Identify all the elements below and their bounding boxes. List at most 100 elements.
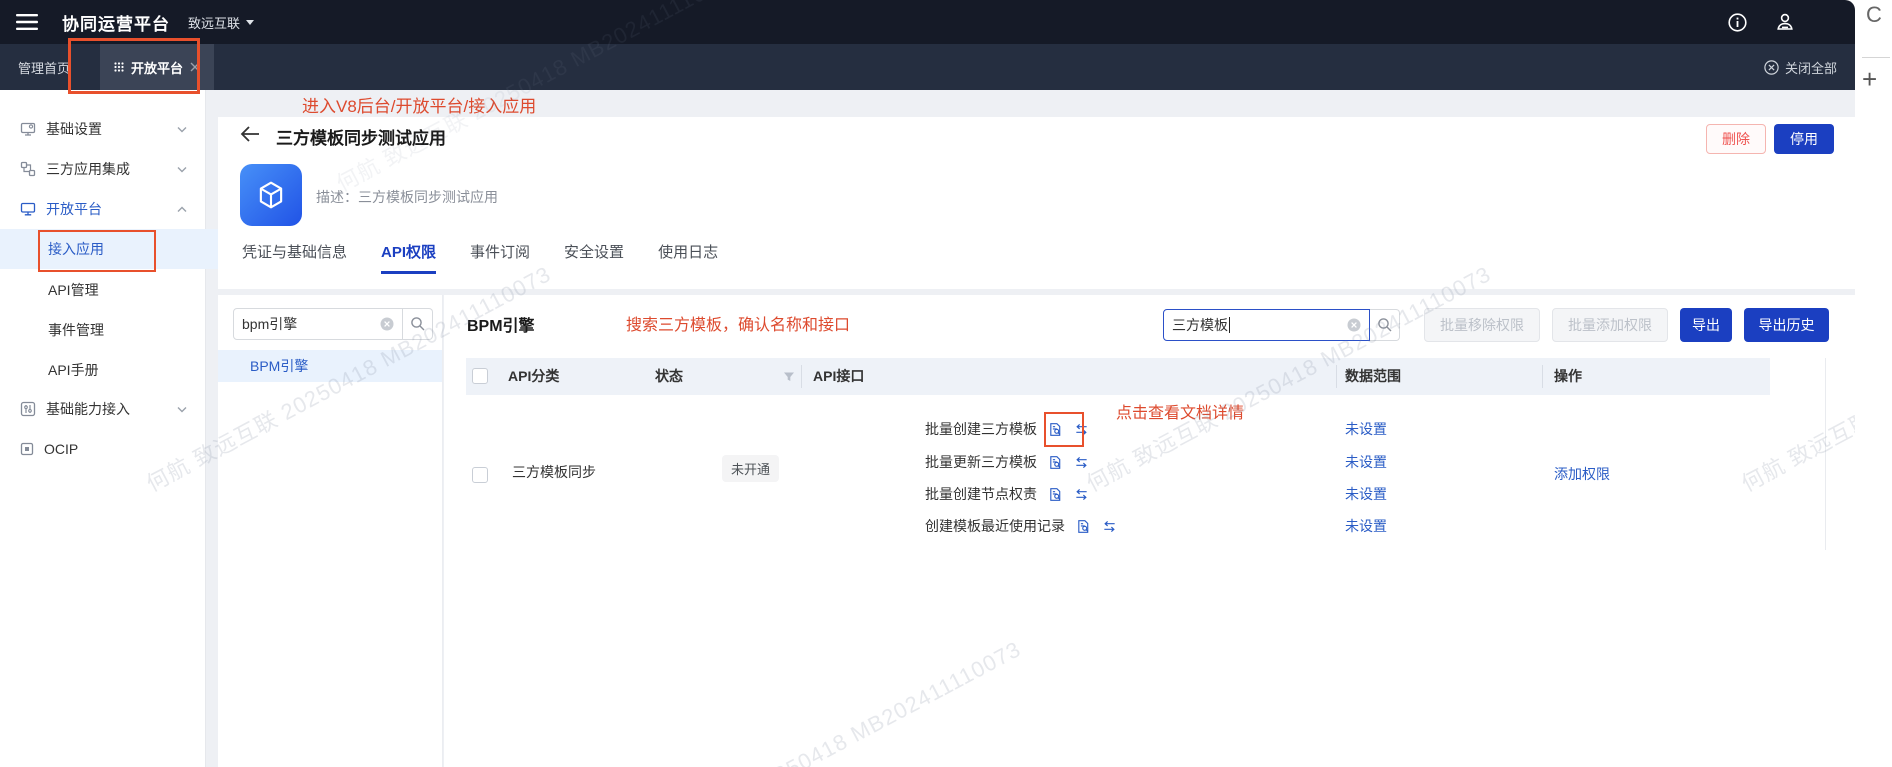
search-icon — [1377, 317, 1393, 333]
app-title: 协同运营平台 — [62, 10, 170, 35]
edge-new-button[interactable]: + — [1862, 64, 1877, 95]
close-all-icon — [1764, 60, 1779, 75]
tab-credentials[interactable]: 凭证与基础信息 — [242, 241, 347, 274]
clear-icon[interactable] — [1347, 318, 1361, 332]
api-search-button[interactable] — [1370, 309, 1400, 341]
user-icon[interactable] — [1775, 12, 1795, 32]
category-item-bpm-engine[interactable]: BPM引擎 — [218, 350, 442, 382]
tab-api-permissions[interactable]: API权限 — [381, 241, 436, 274]
tab-open-platform[interactable]: 开放平台 — [100, 44, 214, 90]
scope-not-set-link[interactable]: 未设置 — [1345, 447, 1387, 477]
transfer-icon[interactable] — [1074, 487, 1089, 502]
open-platform-icon — [20, 201, 36, 217]
back-arrow-icon[interactable] — [240, 125, 260, 143]
settings-monitor-icon — [20, 121, 36, 137]
category-search-group: bpm引擎 — [233, 308, 433, 340]
chevron-down-icon — [177, 406, 187, 413]
column-divider — [1542, 365, 1543, 388]
scope-not-set-link[interactable]: 未设置 — [1345, 414, 1387, 444]
chevron-up-icon — [177, 206, 187, 213]
sidebar-item-ocip[interactable]: OCIP — [0, 429, 205, 469]
chevron-down-icon — [177, 126, 187, 133]
tab-usage-logs[interactable]: 使用日志 — [658, 241, 718, 274]
top-bar: 协同运营平台 致远互联 — [0, 0, 1855, 44]
sliders-icon — [20, 401, 36, 417]
category-search-button[interactable] — [403, 308, 433, 340]
doc-detail-icon[interactable] — [1048, 422, 1063, 437]
edge-divider — [1862, 57, 1890, 58]
select-all-checkbox[interactable] — [472, 368, 488, 384]
search-icon — [410, 316, 426, 332]
annotation-doc-hint: 点击查看文档详情 — [1116, 399, 1244, 423]
sidebar-item-event-management[interactable]: 事件管理 — [0, 310, 253, 350]
api-name: 批量创建节点权责 — [925, 484, 1037, 504]
page-title: 三方模板同步测试应用 — [276, 124, 446, 149]
api-permission-panel: BPM引擎 搜索三方模板，确认名称和接口 三方模板 批量移除权限 批量添加权限 … — [444, 295, 1855, 767]
sidebar-item-thirdparty-integration[interactable]: 三方应用集成 — [0, 149, 205, 189]
api-category-panel: bpm引擎 BPM引擎 — [218, 295, 443, 767]
column-api-category: API分类 — [508, 358, 559, 395]
table-header: API分类 状态 API接口 数据范围 操作 — [466, 358, 1770, 395]
tab-event-subscription[interactable]: 事件订阅 — [470, 241, 530, 274]
app-description: 描述：三方模板同步测试应用 — [316, 187, 498, 207]
transfer-icon[interactable] — [1074, 455, 1089, 470]
api-name: 批量创建三方模板 — [925, 419, 1037, 439]
disable-button[interactable]: 停用 — [1774, 124, 1834, 154]
clear-icon[interactable] — [380, 317, 394, 331]
app-detail-tabs: 凭证与基础信息 API权限 事件订阅 安全设置 使用日志 — [242, 241, 718, 274]
column-status: 状态 — [655, 358, 683, 395]
doc-detail-icon[interactable] — [1076, 519, 1091, 534]
doc-detail-icon[interactable] — [1048, 487, 1063, 502]
annotation-enter-path: 进入V8后台/开放平台/接入应用 — [302, 92, 536, 117]
scope-not-set-link[interactable]: 未设置 — [1345, 479, 1387, 509]
sidebar-item-api-manual[interactable]: API手册 — [0, 350, 253, 390]
info-icon[interactable] — [1728, 13, 1747, 32]
sidebar-item-basic-capability[interactable]: 基础能力接入 — [0, 389, 205, 429]
tab-label: 开放平台 — [131, 58, 183, 77]
app-cube-icon — [240, 164, 302, 226]
close-all-tabs[interactable]: 关闭全部 — [1764, 44, 1855, 90]
batch-add-permission-button[interactable]: 批量添加权限 — [1552, 308, 1668, 342]
status-badge: 未开通 — [722, 455, 779, 482]
category-search-input[interactable]: bpm引擎 — [233, 308, 403, 340]
batch-remove-permission-button[interactable]: 批量移除权限 — [1424, 308, 1540, 342]
org-name: 致远互联 — [188, 13, 240, 32]
api-search-input[interactable]: 三方模板 — [1163, 309, 1370, 341]
tab-admin-home[interactable]: 管理首页 — [0, 44, 88, 90]
api-row: 批量更新三方模板 — [925, 447, 1089, 477]
export-button[interactable]: 导出 — [1680, 308, 1732, 342]
scope-not-set-link[interactable]: 未设置 — [1345, 511, 1387, 541]
sidebar-item-api-management[interactable]: API管理 — [0, 270, 253, 310]
ocip-icon — [20, 442, 34, 456]
export-history-button[interactable]: 导出历史 — [1744, 308, 1829, 342]
column-divider — [801, 365, 802, 388]
sidebar-item-access-apps[interactable]: 接入应用 — [0, 229, 253, 269]
row-api-category: 三方模板同步 — [512, 462, 596, 482]
sidebar-nav: 基础设置 三方应用集成 开放平台 接入应用 API管理 事件管理 API手册 基… — [0, 90, 206, 767]
row-checkbox[interactable] — [472, 467, 488, 483]
caret-down-icon — [246, 20, 254, 25]
org-switcher[interactable]: 致远互联 — [188, 13, 254, 32]
api-row: 批量创建节点权责 — [925, 479, 1089, 509]
tab-security-settings[interactable]: 安全设置 — [564, 241, 624, 274]
chevron-down-icon — [177, 166, 187, 173]
hamburger-menu-icon[interactable] — [16, 14, 38, 30]
edge-glyph-c: C — [1866, 2, 1882, 28]
sidebar-item-basic-settings[interactable]: 基础设置 — [0, 109, 205, 149]
delete-button[interactable]: 删除 — [1706, 124, 1766, 154]
tab-close-icon[interactable] — [190, 62, 200, 72]
column-api-interface: API接口 — [813, 358, 864, 395]
api-name: 创建模板最近使用记录 — [925, 516, 1065, 536]
doc-detail-icon[interactable] — [1048, 455, 1063, 470]
column-action: 操作 — [1554, 358, 1582, 395]
filter-funnel-icon[interactable] — [783, 371, 795, 383]
browser-edge-panel: C + — [1855, 0, 1892, 767]
sidebar-item-open-platform[interactable]: 开放平台 — [0, 189, 205, 229]
grid-icon — [114, 62, 124, 72]
add-permission-link[interactable]: 添加权限 — [1554, 464, 1610, 484]
annotation-search-hint: 搜索三方模板，确认名称和接口 — [626, 311, 850, 335]
transfer-icon[interactable] — [1102, 519, 1117, 534]
app-detail-header: 三方模板同步测试应用 删除 停用 描述：三方模板同步测试应用 凭证与基础信息 A… — [218, 117, 1855, 289]
panel-title: BPM引擎 — [467, 312, 535, 336]
transfer-icon[interactable] — [1074, 422, 1089, 437]
